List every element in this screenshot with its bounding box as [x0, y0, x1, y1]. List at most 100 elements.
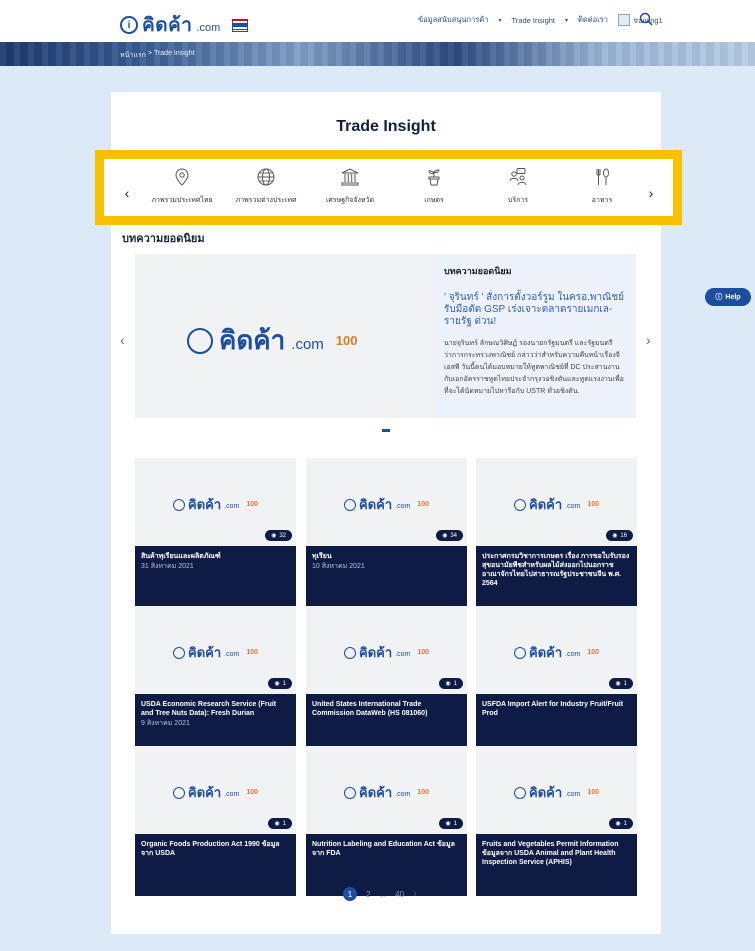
- featured-logo: คิดค้า .com 100: [187, 320, 358, 361]
- view-count-badge: ◉ 1: [439, 818, 463, 829]
- featured-headline[interactable]: ' จุรินทร์ ' สั่งการตั้งวอร์รูม ในครอ.พา…: [444, 292, 626, 328]
- breadcrumb-separator: >: [147, 50, 152, 57]
- view-count: 1: [453, 820, 457, 827]
- article-title[interactable]: United States International Trade Commis…: [312, 700, 461, 718]
- article-thumbnail: คิดค้า .com 100 ◉ 16: [476, 458, 637, 546]
- article-card[interactable]: คิดค้า .com 100 ◉ 1 USDA Economic Research Se…: [135, 606, 296, 756]
- article-card[interactable]: คิดค้า .com 100 ◉ 34 ทุเรียน 10 สิงหาคม 2021: [306, 458, 467, 628]
- article-thumbnail: คิดค้า .com 100 ◉ 34: [306, 458, 467, 546]
- thumbnail-badge: 100: [417, 789, 429, 796]
- carousel-next-arrow[interactable]: ›: [646, 332, 651, 348]
- page-last[interactable]: 40: [395, 890, 404, 899]
- page-current[interactable]: 1: [343, 887, 357, 901]
- article-title[interactable]: Nutrition Labeling and Education Act ข้อ…: [312, 840, 461, 858]
- search-icon[interactable]: [639, 12, 653, 26]
- thumbnail-logo-suffix: .com: [565, 790, 581, 798]
- article-card[interactable]: คิดค้า .com 100 ◉ 1 United States Internation…: [306, 606, 467, 756]
- eye-icon: ◉: [445, 681, 451, 687]
- logo-mark-icon: [514, 786, 526, 799]
- article-info: Organic Foods Production Act 1990 ข้อมูล…: [135, 834, 296, 896]
- carousel-prev-arrow[interactable]: ‹: [120, 332, 125, 348]
- nav-trade-support[interactable]: ข้อมูลสนับสนุนการค้า: [418, 14, 488, 26]
- nav-trade-insight[interactable]: Trade Insight: [512, 16, 556, 25]
- thumbnail-logo-suffix: .com: [395, 790, 411, 798]
- category-prev-arrow[interactable]: ‹: [120, 185, 134, 201]
- view-count-badge: ◉ 1: [609, 678, 633, 689]
- chevron-down-icon: ▾: [498, 17, 502, 24]
- logo-mark-icon: [514, 646, 526, 659]
- breadcrumb-home[interactable]: หน้าแรก: [120, 50, 146, 61]
- page-next-arrow[interactable]: ›: [413, 888, 417, 900]
- thumbnail-logo-text: คิดค้า: [188, 497, 222, 512]
- thumbnail-logo-suffix: .com: [395, 650, 411, 658]
- thumbnail-logo-text: คิดค้า: [188, 645, 222, 660]
- article-card[interactable]: คิดค้า .com 100 ◉ 1 Nutrition Labeling and Ed…: [306, 746, 467, 896]
- logo-mark-icon: [173, 786, 185, 799]
- category-food[interactable]: อาหาร: [557, 167, 647, 206]
- category-agriculture[interactable]: เกษตร: [389, 167, 479, 206]
- article-thumbnail: คิดค้า .com 100 ◉ 1: [306, 606, 467, 694]
- location-pin-icon: [175, 168, 189, 186]
- article-title[interactable]: ทุเรียน: [312, 552, 461, 561]
- featured-article-image[interactable]: คิดค้า .com 100: [135, 254, 434, 418]
- article-card[interactable]: คิดค้า .com 100 ◉ 1 Fruits and Vegetables Per…: [476, 746, 637, 896]
- article-title[interactable]: Organic Foods Production Act 1990 ข้อมูล…: [141, 840, 290, 858]
- article-title[interactable]: Fruits and Vegetables Permit Information…: [482, 840, 631, 867]
- carousel-indicator-active[interactable]: [382, 429, 390, 432]
- article-card[interactable]: คิดค้า .com 100 ◉ 1 USFDA Import Alert for In…: [476, 606, 637, 756]
- featured-article-summary: บทความยอดนิยม ' จุรินทร์ ' สั่งการตั้งวอ…: [434, 254, 636, 418]
- article-thumbnail: คิดค้า .com 100 ◉ 1: [135, 746, 296, 834]
- thumbnail-logo-suffix: .com: [224, 790, 240, 798]
- top-header: i คิดค้า .com ข้อมูลสนับสนุนการค้า ▾ Trad…: [0, 0, 755, 42]
- thumbnail-badge: 100: [246, 501, 258, 508]
- thumbnail-logo-suffix: .com: [395, 502, 411, 510]
- thumbnail-badge: 100: [246, 649, 258, 656]
- article-title[interactable]: USDA Economic Research Service (Fruit an…: [141, 700, 290, 718]
- category-foreign-overview[interactable]: ภาพรวมต่างประเทศ: [221, 167, 311, 206]
- article-thumbnail: คิดค้า .com 100 ◉ 1: [135, 606, 296, 694]
- thumbnail-logo-suffix: .com: [224, 502, 240, 510]
- nav-contact[interactable]: ติดต่อเรา: [578, 14, 608, 26]
- category-next-arrow[interactable]: ›: [644, 185, 658, 201]
- view-count: 1: [453, 680, 457, 687]
- featured-kicker: บทความยอดนิยม: [444, 266, 512, 276]
- help-icon: ⓘ: [715, 294, 723, 301]
- category-label: ภาพรวมต่างประเทศ: [235, 197, 297, 204]
- thumbnail-logo: คิดค้า .com 100: [476, 494, 637, 515]
- article-title[interactable]: ประกาศกรมวิชาการเกษตร เรื่อง การขอใบรับร…: [482, 552, 631, 588]
- eye-icon: ◉: [271, 533, 277, 539]
- help-button[interactable]: ⓘ Help: [705, 288, 751, 306]
- category-label: ภาพรวมประเทศไทย: [151, 197, 213, 204]
- article-card[interactable]: คิดค้า .com 100 ◉ 1 Organic Foods Production …: [135, 746, 296, 896]
- eye-icon: ◉: [615, 681, 621, 687]
- page-title: Trade Insight: [336, 118, 436, 135]
- thumbnail-logo: คิดค้า .com 100: [135, 494, 296, 515]
- category-label: บริการ: [507, 197, 529, 204]
- category-thailand-overview[interactable]: ภาพรวมประเทศไทย: [137, 167, 227, 206]
- article-date: 9 สิงหาคม 2021: [141, 720, 190, 727]
- government-building-icon: [341, 168, 359, 186]
- article-card[interactable]: คิดค้า .com 100 ◉ 16 ประกาศกรมวิชาการเกษตร เร…: [476, 458, 637, 628]
- thumbnail-badge: 100: [246, 789, 258, 796]
- logo-mark-icon: [187, 327, 213, 354]
- service-people-icon: [509, 168, 527, 186]
- logo-mark-icon: [344, 646, 356, 659]
- article-card[interactable]: คิดค้า .com 100 ◉ 32 สินค้าทุเรียนและผลิตภัณฑ…: [135, 458, 296, 628]
- thumbnail-badge: 100: [587, 789, 599, 796]
- popular-section-heading: บทความยอดนิยม: [122, 233, 205, 245]
- category-label: เศรษฐกิจจังหวัด: [325, 197, 375, 204]
- category-services[interactable]: บริการ: [473, 167, 563, 206]
- site-logo[interactable]: i คิดค้า .com: [120, 10, 249, 40]
- view-count: 1: [282, 680, 286, 687]
- view-count: 1: [282, 820, 286, 827]
- article-title[interactable]: สินค้าทุเรียนและผลิตภัณฑ์: [141, 552, 290, 561]
- help-label: Help: [725, 293, 741, 301]
- fork-spoon-icon: [596, 168, 609, 185]
- category-provincial-economy[interactable]: เศรษฐกิจจังหวัด: [305, 167, 395, 206]
- thumbnail-logo: คิดค้า .com 100: [476, 642, 637, 663]
- article-date: 10 สิงหาคม 2021: [312, 563, 365, 570]
- article-title[interactable]: USFDA Import Alert for Industry Fruit/Fr…: [482, 700, 631, 718]
- featured-logo-suffix: .com: [291, 336, 324, 353]
- page-link[interactable]: 2: [366, 890, 370, 899]
- logo-mark-icon: [344, 786, 356, 799]
